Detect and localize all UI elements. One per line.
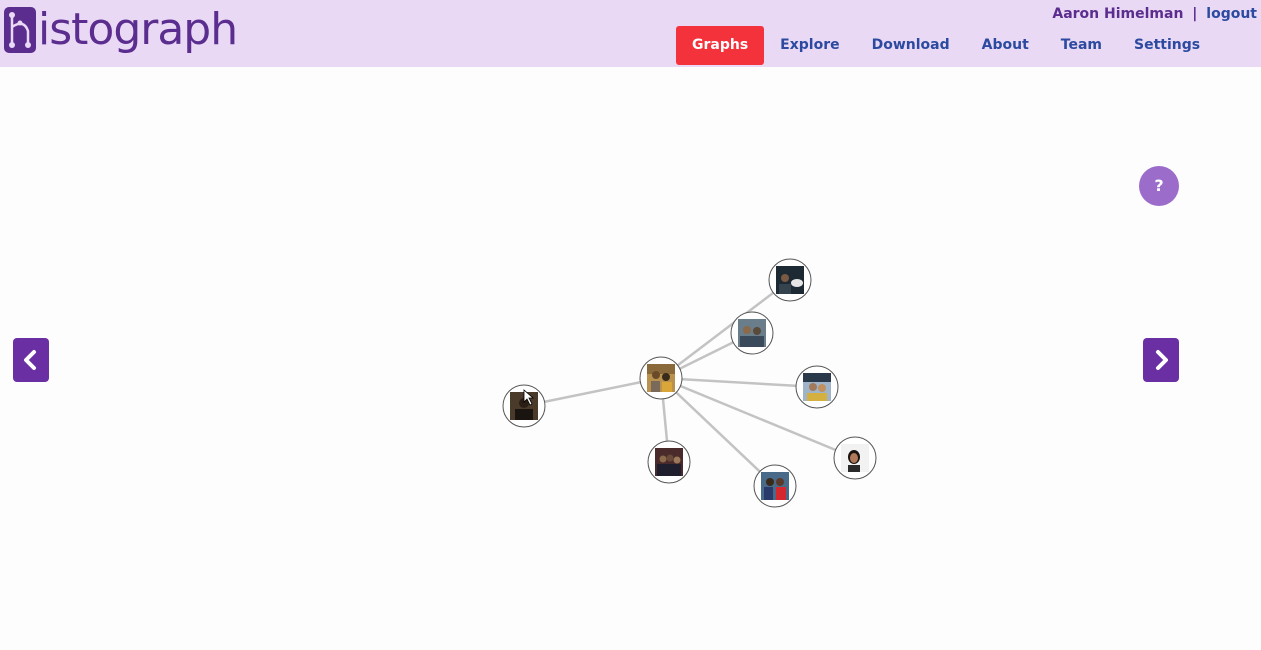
- graph-node-6[interactable]: [753, 464, 797, 508]
- portrait-photo-icon: [803, 373, 831, 401]
- graph-node-2[interactable]: [768, 258, 812, 302]
- graph-node-7[interactable]: [647, 440, 691, 484]
- selfie-photo-icon: [841, 444, 869, 472]
- photo-graph[interactable]: [0, 0, 1261, 650]
- group-photo-1-icon: [776, 266, 804, 294]
- two-people-photo-icon: [647, 364, 675, 392]
- graph-node-3[interactable]: [730, 311, 774, 355]
- graph-node-5[interactable]: [833, 436, 877, 480]
- outdoor-photo-icon: [738, 319, 766, 347]
- graph-node-4[interactable]: [795, 365, 839, 409]
- graph-node-center[interactable]: [639, 356, 683, 400]
- group-photo-2-icon: [655, 448, 683, 476]
- red-dress-photo-icon: [761, 472, 789, 500]
- graph-node-1[interactable]: [502, 384, 546, 428]
- edge: [660, 376, 818, 389]
